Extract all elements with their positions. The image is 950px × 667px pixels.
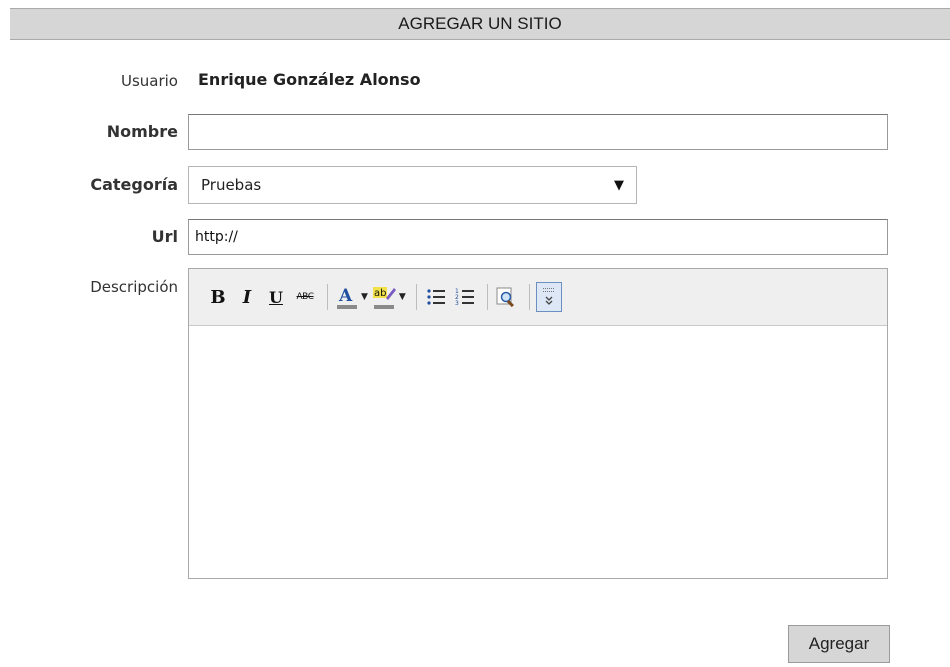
url-label: Url — [151, 227, 178, 246]
toolbar-separator — [327, 284, 328, 310]
underline-button[interactable]: U — [263, 282, 289, 312]
name-input[interactable] — [188, 114, 888, 150]
font-color-button[interactable]: A — [334, 282, 360, 312]
italic-button[interactable]: I — [234, 282, 260, 312]
bulleted-list-button[interactable] — [423, 282, 449, 312]
highlight-glyph: ab — [374, 288, 386, 299]
numbered-list-button[interactable]: 1 2 3 — [452, 282, 478, 312]
preview-button[interactable] — [494, 282, 520, 312]
strikethrough-button[interactable]: ABC — [292, 282, 318, 312]
numbered-list-icon: 1 2 3 — [455, 288, 474, 307]
preview-magnifier-icon — [496, 287, 514, 308]
editor-toolbar: B I U ABC A ▼ ab ▼ 1 2 3 — [189, 269, 887, 326]
bold-button[interactable]: B — [205, 282, 231, 312]
name-label: Nombre — [106, 122, 178, 141]
category-select[interactable]: Pruebas ▼ — [188, 166, 637, 204]
font-color-dropdown-icon[interactable]: ▼ — [361, 292, 368, 302]
toolbar-separator — [415, 284, 417, 310]
description-label: Descripción — [90, 278, 178, 296]
font-color-glyph: A — [338, 286, 353, 306]
show-more-toolbar-button[interactable] — [535, 282, 562, 312]
category-label: Categoría — [90, 175, 178, 194]
highlight-dropdown-icon[interactable]: ▼ — [399, 292, 406, 302]
highlight-icon: ab — [372, 287, 396, 309]
category-selected-value: Pruebas — [201, 176, 262, 194]
user-name: Enrique González Alonso — [198, 70, 421, 89]
description-editor: B I U ABC A ▼ ab ▼ 1 2 3 — [188, 268, 888, 579]
dropdown-arrow-icon: ▼ — [614, 177, 624, 193]
bulleted-list-icon — [427, 289, 445, 305]
toolbar-separator — [486, 284, 488, 310]
form-title-bar: AGREGAR UN SITIO — [10, 8, 950, 40]
svg-text:3: 3 — [455, 300, 459, 307]
url-input[interactable] — [188, 219, 888, 255]
toolbar-separator — [528, 284, 530, 310]
highlight-color-button[interactable]: ab — [372, 282, 398, 312]
add-button[interactable]: Agregar — [788, 625, 890, 663]
user-label: Usuario — [120, 72, 178, 90]
form-title: AGREGAR UN SITIO — [398, 14, 562, 33]
expand-toolbar-icon — [542, 288, 554, 305]
description-edit-area[interactable] — [189, 326, 887, 578]
font-color-icon: A — [337, 286, 357, 309]
